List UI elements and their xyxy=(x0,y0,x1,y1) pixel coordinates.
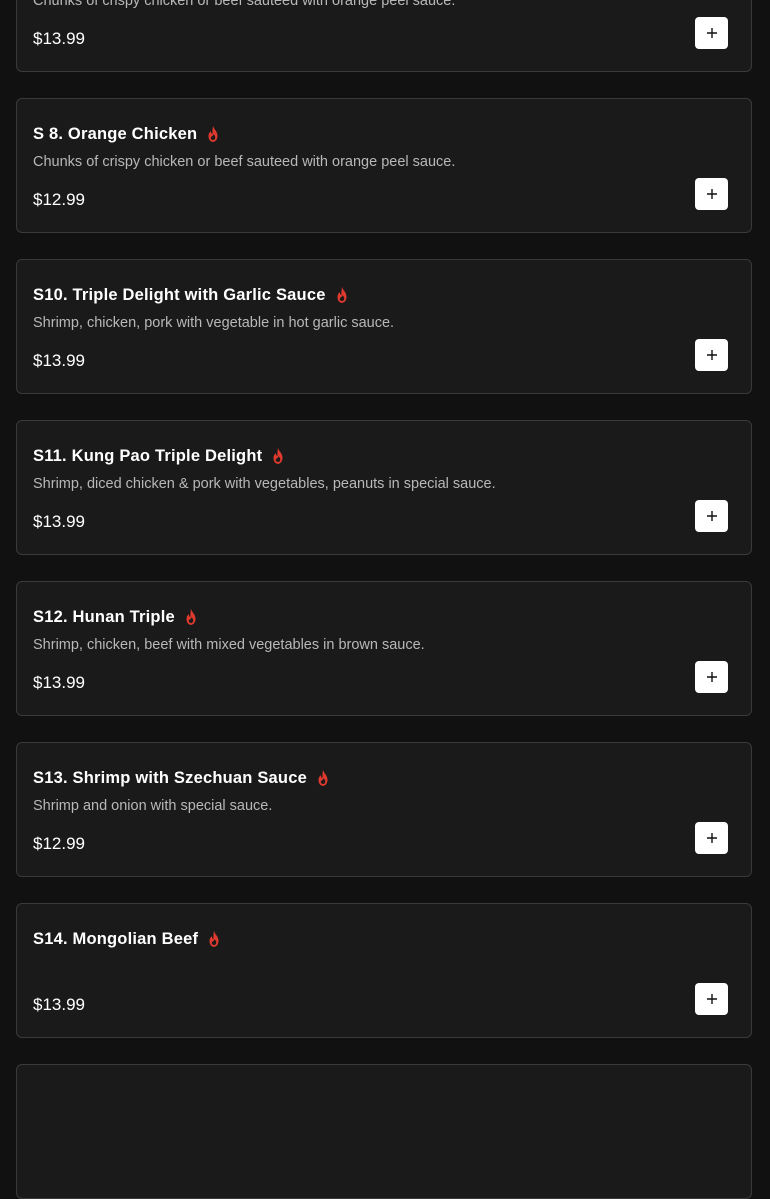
plus-icon xyxy=(706,994,717,1004)
menu-item-title: S 8. Orange Chicken xyxy=(33,124,198,143)
menu-item-price: $13.99 xyxy=(33,351,85,370)
plus-icon xyxy=(706,189,717,199)
add-to-cart-button[interactable] xyxy=(695,661,728,693)
plus-icon xyxy=(706,350,717,360)
add-to-cart-button[interactable] xyxy=(695,17,728,49)
plus-icon xyxy=(706,833,717,843)
menu-item-card[interactable]: S14. Mongolian Beef $13.99 xyxy=(16,903,752,1038)
menu-item-card[interactable]: S11. Kung Pao Triple Delight Shrimp, dic… xyxy=(16,420,752,555)
plus-icon xyxy=(706,28,717,38)
add-to-cart-button[interactable] xyxy=(695,822,728,854)
menu-item-description: Shrimp, chicken, pork with vegetable in … xyxy=(33,315,395,331)
add-to-cart-button[interactable] xyxy=(695,339,728,371)
flame-icon xyxy=(273,447,283,464)
menu-item-price: $12.99 xyxy=(33,834,85,853)
menu-item-card[interactable] xyxy=(16,1064,752,1199)
menu-item-price: $12.99 xyxy=(33,190,85,209)
menu-item-title: S10. Triple Delight with Garlic Sauce xyxy=(33,285,326,304)
flame-icon xyxy=(186,608,196,625)
plus-icon xyxy=(706,511,717,521)
flame-icon xyxy=(318,769,328,786)
menu-item-list: Chunks of crispy chicken or beef sauteed… xyxy=(0,0,770,1199)
add-to-cart-button[interactable] xyxy=(695,500,728,532)
menu-item-title-row: S14. Mongolian Beef xyxy=(33,927,223,951)
flame-icon xyxy=(208,125,218,142)
menu-item-card[interactable]: Chunks of crispy chicken or beef sauteed… xyxy=(16,0,752,72)
menu-item-title-row: S13. Shrimp with Szechuan Sauce xyxy=(33,766,332,790)
menu-item-description: Shrimp, diced chicken & pork with vegeta… xyxy=(33,476,496,492)
menu-item-title: S13. Shrimp with Szechuan Sauce xyxy=(33,768,307,787)
menu-item-title-row: S10. Triple Delight with Garlic Sauce xyxy=(33,283,351,307)
menu-item-description: Shrimp and onion with special sauce. xyxy=(33,798,273,814)
menu-item-price: $13.99 xyxy=(33,29,85,48)
add-to-cart-button[interactable] xyxy=(695,983,728,1015)
menu-item-title-row: S12. Hunan Triple xyxy=(33,605,200,629)
menu-item-card[interactable]: S 8. Orange Chicken Chunks of crispy chi… xyxy=(16,98,752,233)
menu-item-card[interactable]: S10. Triple Delight with Garlic Sauce Sh… xyxy=(16,259,752,394)
menu-item-title-row: S 8. Orange Chicken xyxy=(33,122,222,146)
menu-item-price: $13.99 xyxy=(33,512,85,531)
flame-icon xyxy=(209,930,219,947)
menu-item-card[interactable]: S12. Hunan Triple Shrimp, chicken, beef … xyxy=(16,581,752,716)
menu-item-description: Shrimp, chicken, beef with mixed vegetab… xyxy=(33,637,425,653)
menu-item-title-row: S11. Kung Pao Triple Delight xyxy=(33,444,287,468)
plus-icon xyxy=(706,672,717,682)
menu-item-description: Chunks of crispy chicken or beef sauteed… xyxy=(33,154,456,170)
menu-item-title: S14. Mongolian Beef xyxy=(33,929,199,948)
menu-item-title: S11. Kung Pao Triple Delight xyxy=(33,446,263,465)
menu-item-description: Chunks of crispy chicken or beef sauteed… xyxy=(33,0,456,9)
add-to-cart-button[interactable] xyxy=(695,178,728,210)
flame-icon xyxy=(337,286,347,303)
menu-item-card[interactable]: S13. Shrimp with Szechuan Sauce Shrimp a… xyxy=(16,742,752,877)
menu-item-price: $13.99 xyxy=(33,673,85,692)
menu-item-title: S12. Hunan Triple xyxy=(33,607,175,626)
menu-item-price: $13.99 xyxy=(33,995,85,1014)
